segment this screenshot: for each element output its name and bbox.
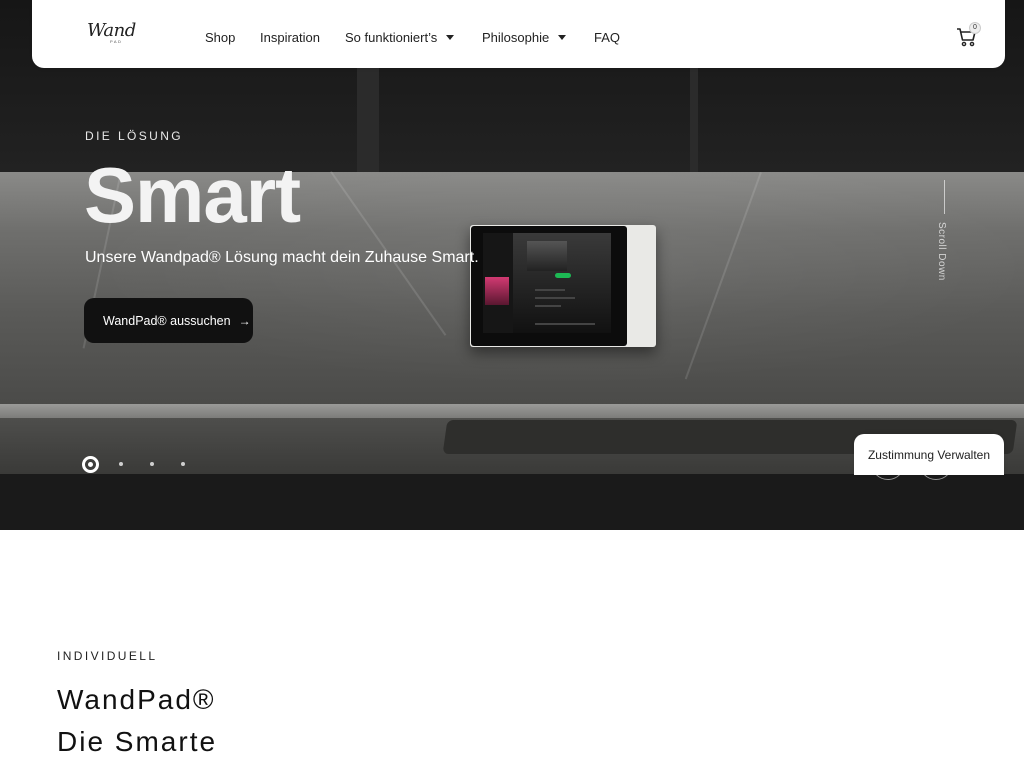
nav-item-philosophie[interactable]: Philosophie	[482, 30, 567, 45]
hero-countertop-edge	[0, 404, 1024, 418]
screen-album-art	[485, 277, 509, 305]
section-eyebrow: INDIVIDUELL	[57, 649, 158, 663]
hero-title: Smart	[84, 151, 301, 239]
screen-track-line	[535, 297, 575, 299]
hero-eyebrow: DIE LÖSUNG	[85, 129, 184, 143]
scroll-down-line	[944, 180, 945, 214]
arrow-right-icon: →	[238, 313, 251, 328]
screen-track-line	[535, 305, 561, 307]
scroll-down-link[interactable]: Scroll Down	[936, 222, 947, 281]
site-logo[interactable]: Wand	[87, 20, 136, 41]
hero-background-pillar	[357, 60, 379, 172]
chevron-down-icon	[558, 35, 567, 40]
slider-dot-4[interactable]	[181, 462, 185, 466]
section-heading-line: WandPad®	[57, 684, 216, 715]
nav-item-label: So funktioniert’s	[345, 30, 438, 45]
hero-floor	[0, 474, 1024, 530]
nav-item-label: FAQ	[594, 30, 621, 45]
nav-item-inspiration[interactable]: Inspiration	[260, 30, 320, 45]
nav-item-label: Shop	[205, 30, 236, 45]
hero-subtitle: Unsere Wandpad® Lösung macht dein Zuhaus…	[85, 249, 479, 266]
section-heading-line: Die Smarte	[57, 726, 218, 757]
nav-item-so-funktionierts[interactable]: So funktioniert’s	[345, 30, 455, 45]
slider-dot-3[interactable]	[150, 462, 154, 466]
nav-item-faq[interactable]: FAQ	[594, 30, 620, 45]
section-heading: WandPad® Die Smarte	[57, 679, 217, 763]
hero-background-pillar	[690, 60, 698, 172]
cta-label: WandPad® aussuchen	[103, 313, 231, 328]
wandpad-screen-image	[483, 233, 611, 333]
chevron-down-icon	[446, 35, 455, 40]
slider-dot-1[interactable]	[82, 456, 99, 473]
main-navbar: Wand PAD Shop Inspiration So funktionier…	[32, 0, 1005, 68]
site-logo-subtext: PAD	[110, 39, 123, 44]
wandpad-select-button[interactable]: WandPad® aussuchen →	[84, 298, 253, 343]
nav-item-shop[interactable]: Shop	[205, 30, 235, 45]
screen-track-line	[535, 289, 565, 291]
nav-item-label: Inspiration	[260, 30, 320, 45]
cart-count-badge: 0	[969, 22, 981, 34]
screen-progress-line	[535, 323, 595, 325]
screen-band-photo	[527, 241, 567, 271]
slider-dot-2[interactable]	[119, 462, 123, 466]
screen-play-button	[555, 273, 571, 278]
nav-item-label: Philosophie	[482, 30, 550, 45]
consent-manage-button[interactable]: Zustimmung Verwalten	[854, 434, 1004, 475]
